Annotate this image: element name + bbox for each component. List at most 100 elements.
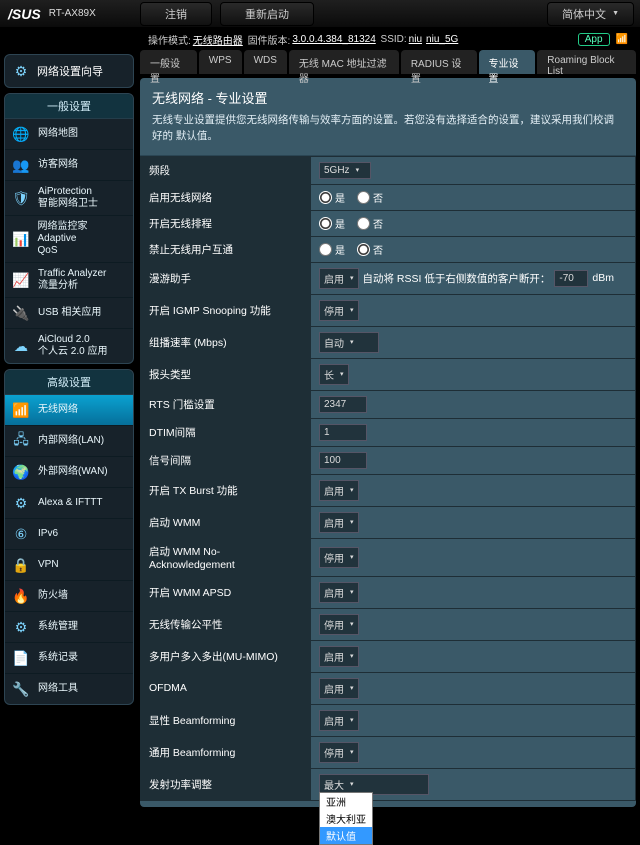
app-badge[interactable]: App xyxy=(578,33,610,46)
sidebar-item-icon: 🔧 xyxy=(11,679,31,699)
setting-value: 停用▾ xyxy=(311,538,636,576)
sidebar-item[interactable]: 🔌USB 相关应用 xyxy=(5,298,133,329)
sidebar-item[interactable]: 📶无线网络 xyxy=(5,395,133,426)
setting-label: 开启 IGMP Snooping 功能 xyxy=(141,294,311,326)
tab[interactable]: WDS xyxy=(244,50,287,74)
dtim-input[interactable] xyxy=(319,424,367,441)
language-selector[interactable]: 简体中文 ▼ xyxy=(547,2,634,26)
chevron-down-icon: ▾ xyxy=(350,716,354,724)
sidebar-item[interactable]: 🔒VPN xyxy=(5,550,133,581)
sidebar-item-icon: 🖧 xyxy=(11,431,31,451)
beacon-input[interactable] xyxy=(319,452,367,469)
advanced-section-head: 高级设置 xyxy=(5,370,133,395)
sidebar-item[interactable]: 📈Traffic Analyzer 流量分析 xyxy=(5,263,133,298)
rssi-input[interactable] xyxy=(554,270,588,287)
reboot-button[interactable]: 重新启动 xyxy=(220,2,314,26)
region-dropdown[interactable]: 亚洲 澳大利亚 默认值 xyxy=(319,792,373,845)
sidebar-item[interactable]: ⚙系统管理 xyxy=(5,612,133,643)
select[interactable]: 长▾ xyxy=(319,364,349,385)
radio-yes[interactable]: 是 xyxy=(319,242,345,257)
general-section-head: 一般设置 xyxy=(5,94,133,119)
sidebar-item[interactable]: 🖧内部网络(LAN) xyxy=(5,426,133,457)
setting-value: 5GHz▾ xyxy=(311,156,636,184)
radio-group: 是 否 xyxy=(319,242,627,257)
tab[interactable]: WPS xyxy=(199,50,242,74)
radio-yes[interactable]: 是 xyxy=(319,216,345,231)
setting-value: 启用▾ xyxy=(311,506,636,538)
select[interactable]: 启用▾ xyxy=(319,646,359,667)
mode-value[interactable]: 无线路由器 xyxy=(193,32,243,47)
sidebar-item-icon: 📈 xyxy=(11,270,31,290)
setting-value: 是 否 xyxy=(311,184,636,210)
select[interactable]: 启用▾ xyxy=(319,268,359,289)
wifi-signal-icon[interactable]: 📶 xyxy=(616,34,628,45)
sidebar-item-label: 外部网络(WAN) xyxy=(38,466,108,478)
setting-value xyxy=(311,390,636,418)
sidebar-item[interactable]: 🔧网络工具 xyxy=(5,674,133,704)
setting-value: 启用▾自动将 RSSI 低于右侧数值的客户断开：dBm xyxy=(311,262,636,294)
select[interactable]: 停用▾ xyxy=(319,300,359,321)
setting-label: 通用 Beamforming xyxy=(141,736,311,768)
wizard-button[interactable]: ⚙ 网络设置向导 xyxy=(4,54,134,88)
radio-no[interactable]: 否 xyxy=(357,216,383,231)
setting-label: 频段 xyxy=(141,156,311,184)
select[interactable]: 启用▾ xyxy=(319,710,359,731)
radio-no[interactable]: 否 xyxy=(357,242,383,257)
setting-value: 启用▾ xyxy=(311,474,636,506)
setting-value: 启用▾ xyxy=(311,640,636,672)
radio-no[interactable]: 否 xyxy=(357,190,383,205)
setting-label: RTS 门槛设置 xyxy=(141,390,311,418)
sidebar-item-icon: 🔥 xyxy=(11,586,31,606)
sidebar-item-icon: 🌍 xyxy=(11,462,31,482)
tab[interactable]: RADIUS 设置 xyxy=(401,50,477,74)
sidebar-item-icon: 📄 xyxy=(11,648,31,668)
dropdown-option[interactable]: 亚洲 xyxy=(320,793,372,810)
tab[interactable]: 专业设置 xyxy=(479,50,536,74)
select[interactable]: 启用▾ xyxy=(319,480,359,501)
tab[interactable]: 一般设置 xyxy=(140,50,197,74)
setting-label: 开启 TX Burst 功能 xyxy=(141,474,311,506)
radio-yes[interactable]: 是 xyxy=(319,190,345,205)
logout-button[interactable]: 注销 xyxy=(140,2,212,26)
select[interactable]: 启用▾ xyxy=(319,512,359,533)
setting-label: 多用户多入多出(MU-MIMO) xyxy=(141,640,311,672)
setting-value: 启用▾ xyxy=(311,672,636,704)
card-title: 无线网络 - 专业设置 xyxy=(140,78,636,113)
sidebar-item[interactable]: 👥访客网络 xyxy=(5,150,133,181)
tab[interactable]: 无线 MAC 地址过滤器 xyxy=(289,50,399,74)
ssid-value-2[interactable]: niu_5G xyxy=(426,34,458,45)
select[interactable]: 停用▾ xyxy=(319,742,359,763)
brand-model: RT-AX89X xyxy=(49,8,96,19)
chevron-down-icon: ▾ xyxy=(350,306,354,314)
chevron-down-icon: ▾ xyxy=(350,588,354,596)
chevron-down-icon: ▾ xyxy=(350,553,354,561)
chevron-down-icon: ▾ xyxy=(350,338,354,346)
sidebar-item-icon: ⚙ xyxy=(11,617,31,637)
sidebar-item[interactable]: 📄系统记录 xyxy=(5,643,133,674)
ssid-value-1[interactable]: niu xyxy=(409,34,422,45)
select[interactable]: 启用▾ xyxy=(319,582,359,603)
sidebar-item[interactable]: 🌐网络地图 xyxy=(5,119,133,150)
select[interactable]: 自动▾ xyxy=(319,332,379,353)
select[interactable]: 停用▾ xyxy=(319,547,359,568)
rts-input[interactable] xyxy=(319,396,367,413)
select[interactable]: 启用▾ xyxy=(319,678,359,699)
sidebar-item-label: AiProtection 智能网络卫士 xyxy=(38,186,98,210)
sidebar-item[interactable]: 🔥防火墙 xyxy=(5,581,133,612)
select[interactable]: 5GHz▾ xyxy=(319,162,371,179)
brand-logo: /SUS xyxy=(8,6,41,22)
chevron-down-icon: ▾ xyxy=(350,620,354,628)
sidebar-item-label: USB 相关应用 xyxy=(38,307,101,319)
sidebar-item[interactable]: 🌍 外部网络(WAN) xyxy=(5,457,133,488)
sidebar-item[interactable]: ⑥IPv6 xyxy=(5,519,133,550)
fw-value[interactable]: 3.0.0.4.384_81324 xyxy=(292,34,375,45)
sidebar-item[interactable]: 📊网络监控家 Adaptive QoS xyxy=(5,216,133,263)
sidebar-item[interactable]: 🛡AiProtection 智能网络卫士 xyxy=(5,181,133,216)
sidebar-item[interactable]: ⚙Alexa & IFTTT xyxy=(5,488,133,519)
setting-label: 开启 WMM APSD xyxy=(141,576,311,608)
select[interactable]: 停用▾ xyxy=(319,614,359,635)
tab[interactable]: Roaming Block List xyxy=(537,50,636,74)
dropdown-option[interactable]: 默认值 xyxy=(320,827,372,844)
sidebar-item[interactable]: ☁AiCloud 2.0 个人云 2.0 应用 xyxy=(5,329,133,363)
dropdown-option[interactable]: 澳大利亚 xyxy=(320,810,372,827)
